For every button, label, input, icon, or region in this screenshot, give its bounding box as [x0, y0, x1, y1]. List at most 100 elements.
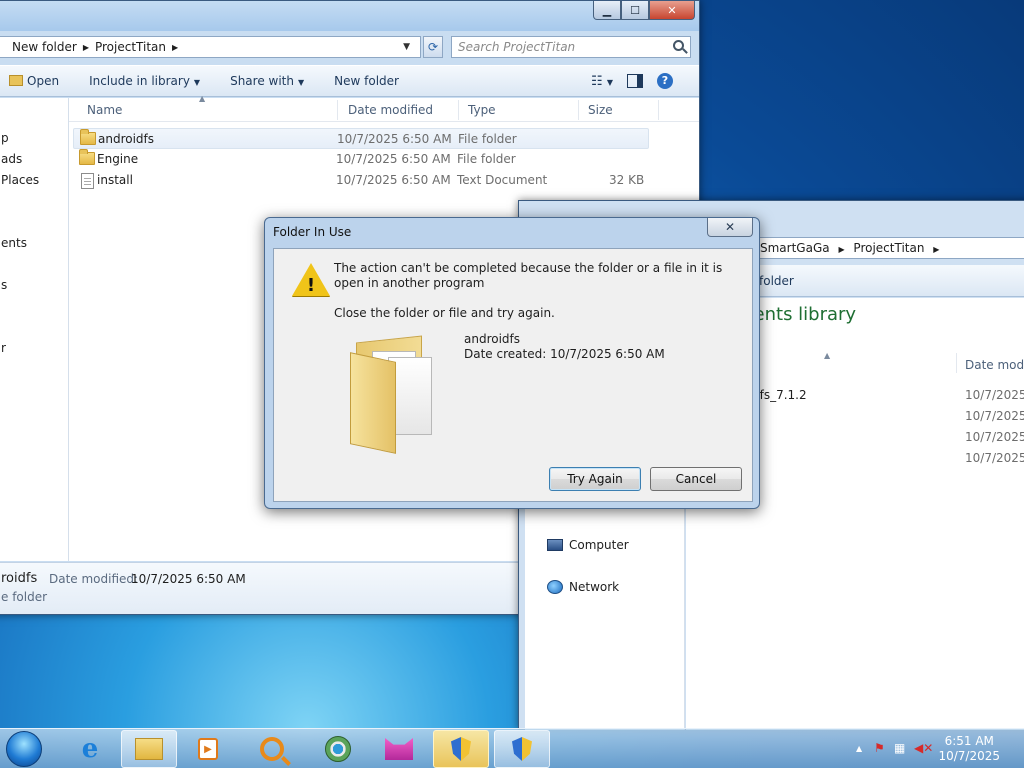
clock[interactable]: 6:51 AM 10/7/2025 [938, 734, 1000, 764]
large-folder-icon [346, 329, 436, 454]
breadcrumb-separator: ▶ [933, 245, 940, 254]
file-name: install [97, 173, 133, 187]
taskbar-internet-explorer[interactable]: e [62, 730, 118, 768]
file-type: Text Document [457, 173, 548, 187]
open-icon [9, 75, 23, 86]
preview-pane-icon[interactable] [627, 74, 643, 88]
windows-explorer-icon [135, 738, 163, 760]
dialog-close-button[interactable]: ✕ [707, 218, 753, 237]
chevron-down-icon: ▼ [297, 78, 305, 87]
pink-cat-icon [385, 738, 413, 760]
column-size[interactable]: Size [588, 103, 613, 117]
column-type[interactable]: Type [468, 103, 496, 117]
nav-item[interactable]: Places [1, 173, 39, 187]
computer-icon [547, 539, 563, 551]
new-folder-button-partial[interactable]: folder [759, 274, 794, 288]
library-row-date: 10/7/2025 6 [965, 388, 1024, 402]
nav-item[interactable]: ads [1, 152, 22, 166]
breadcrumb-projecttitan[interactable]: ProjectTitan [853, 241, 924, 255]
command-bar: Open Include in library ▼ Share with ▼ New… [0, 65, 699, 97]
nav-item[interactable]: ents [1, 236, 27, 250]
taskbar-security-dialog-2[interactable] [494, 730, 550, 768]
media-player-icon: ▶ [198, 738, 218, 760]
browser-icon [325, 736, 351, 762]
open-button[interactable]: Open [9, 74, 59, 88]
column-date-modified[interactable]: Date modified [348, 103, 433, 117]
caption-buttons: ▁ ☐ ✕ [593, 1, 695, 20]
taskbar-search-tool[interactable] [244, 730, 300, 768]
nav-item[interactable]: s [1, 278, 7, 292]
file-name: androidfs [98, 132, 155, 146]
column-separator[interactable] [578, 100, 579, 120]
text-document-icon [81, 173, 94, 189]
address-bar[interactable]: New folder ▶ ProjectTitan ▶ ▼ [0, 36, 421, 58]
nav-item-computer[interactable]: Computer [547, 538, 629, 552]
dialog-date-created: Date created: 10/7/2025 6:50 AM [464, 347, 665, 361]
cancel-button[interactable]: Cancel [650, 467, 742, 491]
breadcrumb-new-folder[interactable]: New folder [12, 40, 77, 54]
dialog-instruction: Close the folder or file and try again. [334, 306, 555, 320]
close-button[interactable]: ✕ [649, 1, 695, 20]
refresh-button[interactable]: ⟳ [423, 36, 443, 58]
start-button[interactable] [6, 731, 42, 767]
help-icon[interactable]: ? [657, 73, 673, 89]
search-icon[interactable] [673, 40, 684, 51]
file-size: 32 KB [609, 173, 645, 187]
breadcrumb-projecttitan[interactable]: ProjectTitan [95, 40, 166, 54]
library-row-date: 10/7/2025 6 [965, 430, 1024, 444]
share-with-button[interactable]: Share with ▼ [230, 74, 304, 88]
column-date-modified[interactable]: Date modif [965, 358, 1024, 372]
file-row-androidfs[interactable]: androidfs 10/7/2025 6:50 AM File folder [73, 128, 649, 149]
taskbar-browser[interactable] [310, 730, 366, 768]
column-name[interactable]: Name [87, 103, 122, 117]
taskbar-windows-explorer[interactable] [121, 730, 177, 768]
details-file-name: roidfs [1, 571, 38, 586]
view-options-icon[interactable]: ☷ ▼ [591, 74, 613, 89]
taskbar-security-dialog[interactable] [433, 730, 489, 768]
nav-item-network[interactable]: Network [547, 580, 619, 594]
details-date-label: Date modified: [49, 572, 139, 586]
folder-in-use-dialog: Folder In Use ✕ ! The action can't be co… [264, 217, 760, 509]
chevron-down-icon: ▼ [193, 78, 201, 87]
taskbar-pink-app[interactable] [371, 730, 427, 768]
nav-item[interactable]: p [1, 131, 9, 145]
taskbar-media-player[interactable]: ▶ [180, 730, 236, 768]
file-row-install[interactable]: install 10/7/2025 6:50 AM Text Document … [73, 170, 649, 191]
dialog-message: The action can't be completed because th… [334, 261, 723, 290]
shield-icon [451, 737, 471, 761]
sort-ascending-icon: ▲ [199, 94, 206, 103]
breadcrumb-separator: ▶ [838, 245, 845, 254]
action-center-icon[interactable]: ⚑ [874, 741, 885, 755]
file-date: 10/7/2025 6:50 AM [336, 152, 451, 166]
navigation-pane: p ads Places ents s r [0, 98, 69, 561]
show-hidden-icons-icon[interactable]: ▲ [856, 744, 862, 753]
column-separator[interactable] [337, 100, 338, 120]
dialog-body: ! The action can't be completed because … [273, 248, 753, 502]
include-in-library-button[interactable]: Include in library ▼ [89, 74, 200, 88]
volume-muted-icon[interactable]: ◀✕ [914, 741, 933, 755]
folder-icon [79, 149, 95, 165]
magnifier-icon [260, 737, 284, 761]
column-separator[interactable] [956, 353, 957, 373]
details-date-value: 10/7/2025 6:50 AM [131, 572, 246, 586]
library-row-name[interactable]: dfs_7.1.2 [752, 388, 807, 402]
minimize-button[interactable]: ▁ [593, 1, 621, 20]
column-separator[interactable] [458, 100, 459, 120]
maximize-button[interactable]: ☐ [621, 1, 649, 20]
address-dropdown-icon[interactable]: ▼ [403, 42, 410, 52]
network-status-icon[interactable]: ▦ [894, 741, 905, 755]
try-again-button[interactable]: Try Again [549, 467, 641, 491]
file-type: File folder [458, 132, 517, 146]
network-icon [547, 580, 563, 594]
file-row-engine[interactable]: Engine 10/7/2025 6:50 AM File folder [73, 149, 649, 170]
breadcrumb-smartgaga[interactable]: SmartGaGa [760, 241, 830, 255]
column-separator[interactable] [658, 100, 659, 120]
shield-icon [512, 737, 532, 761]
system-tray: ▲ ⚑ ▦ ◀✕ 6:51 AM 10/7/2025 [844, 729, 1024, 768]
library-row-date: 10/7/2025 6 [965, 451, 1024, 465]
nav-item[interactable]: r [1, 341, 6, 355]
internet-explorer-icon: e [81, 734, 99, 764]
details-type: e folder [1, 590, 48, 604]
new-folder-button[interactable]: New folder [334, 74, 399, 88]
search-input[interactable]: Search ProjectTitan [451, 36, 691, 58]
